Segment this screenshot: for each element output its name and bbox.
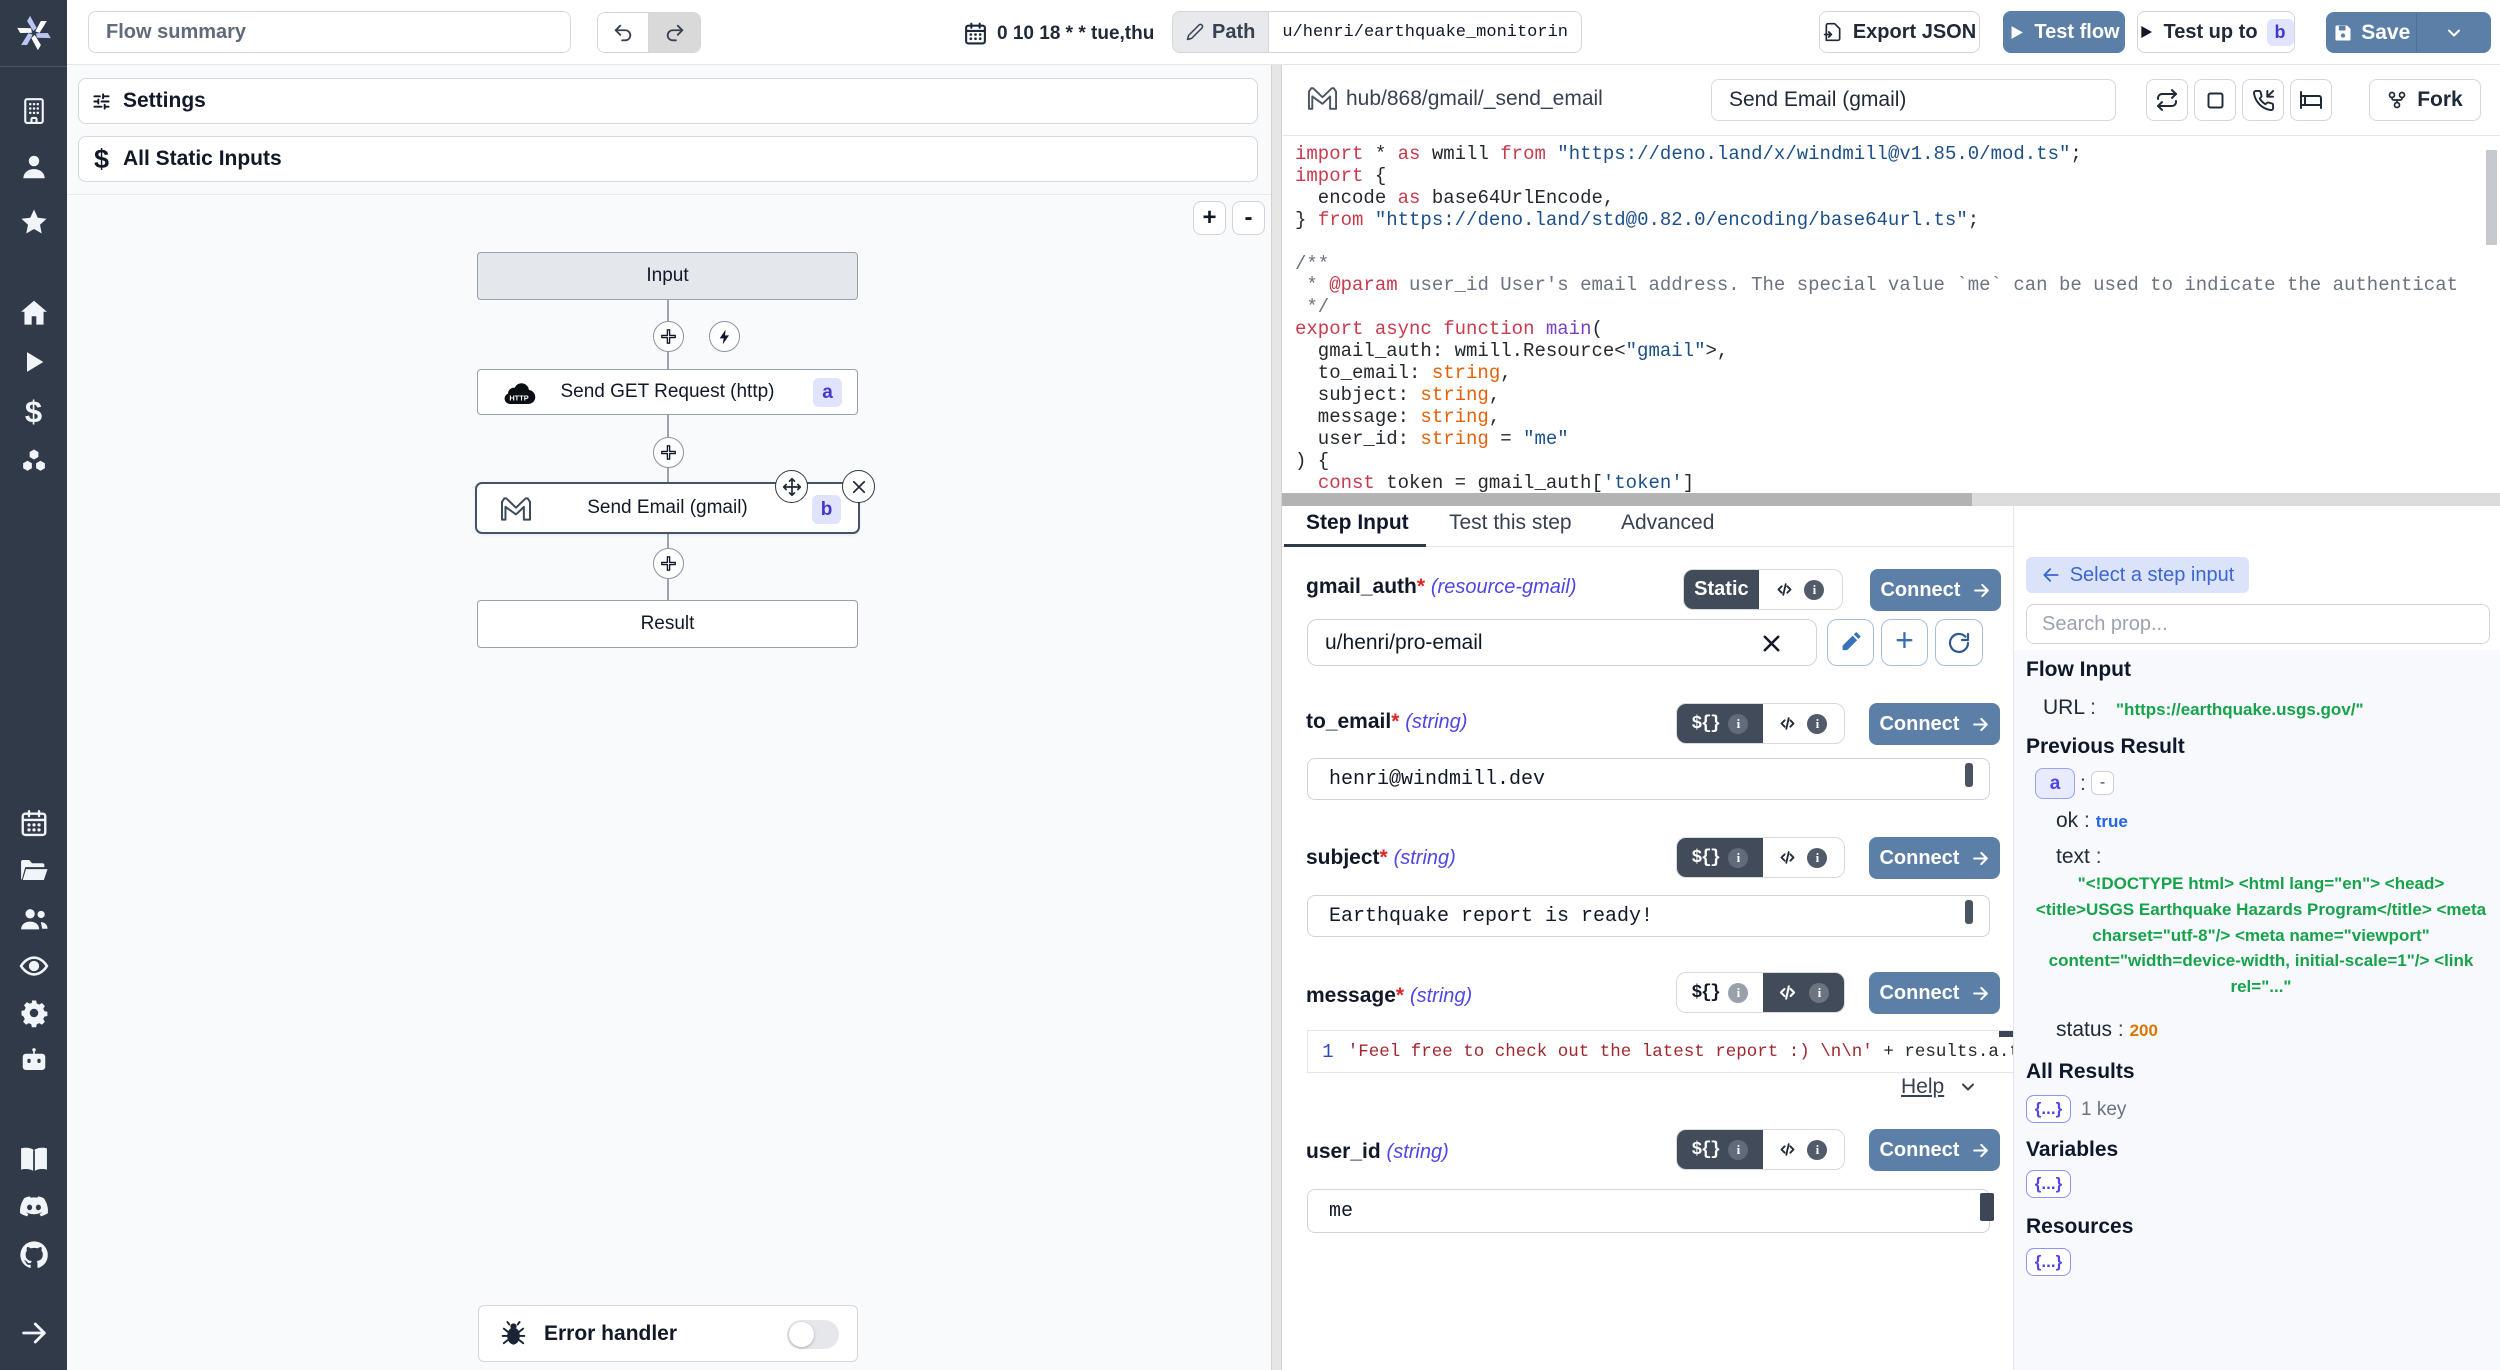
svg-text:HTTP: HTTP: [509, 394, 528, 403]
